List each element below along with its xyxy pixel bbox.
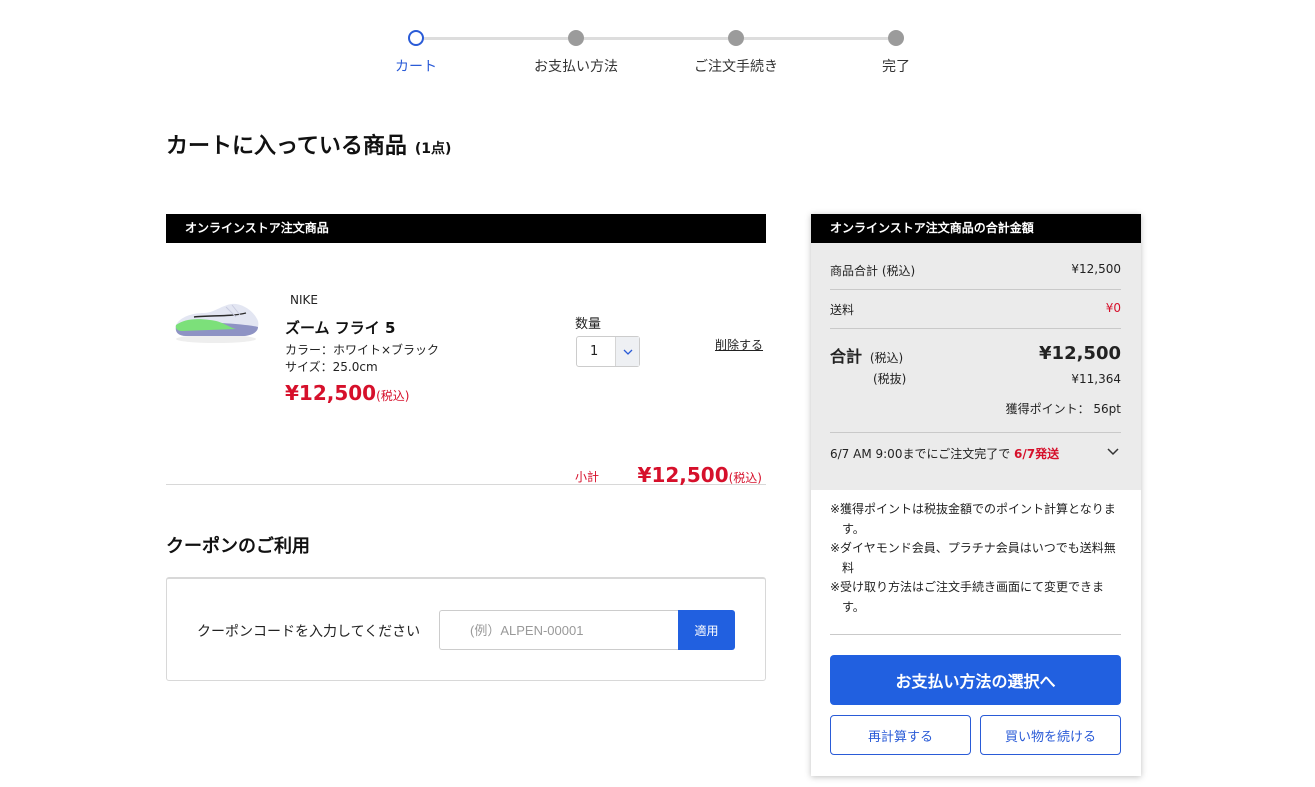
delivery-row[interactable]: 6/7 AM 9:00までにご注文完了で 6/7発送	[830, 445, 1121, 462]
step-pending-icon	[888, 30, 904, 46]
subtotal-tax-note: (税込)	[728, 471, 762, 485]
page-title: カートに入っている商品 (1点)	[166, 128, 451, 160]
note-item: ※獲得ポイントは税抜金額でのポイント計算となります。	[830, 502, 1116, 536]
step-connector	[744, 37, 888, 40]
note-item: ※ダイヤモンド会員、プラチナ会員はいつでも送料無料	[830, 541, 1116, 575]
page-title-text: カートに入っている商品	[166, 134, 407, 159]
quantity-select[interactable]: 1	[576, 336, 640, 367]
proceed-to-payment-button[interactable]: お支払い方法の選択へ	[830, 655, 1121, 705]
step-connector	[584, 37, 728, 40]
coupon-apply-button[interactable]: 適用	[678, 610, 735, 650]
delete-item-link[interactable]: 削除する	[715, 336, 763, 353]
grand-total-value: ¥12,500	[1039, 343, 1121, 364]
tax-ex-label: (税抜)	[873, 372, 907, 386]
quantity-label: 数量	[575, 317, 602, 332]
grand-total-label: 合計	[830, 347, 863, 366]
step-connector	[424, 37, 568, 40]
shipping-value: ¥0	[1105, 301, 1121, 315]
step-pending-icon	[568, 30, 584, 46]
summary-notes: ※獲得ポイントは税抜金額でのポイント計算となります。 ※ダイヤモンド会員、プラチ…	[830, 500, 1125, 617]
shipping-row: 送料 ¥0	[830, 301, 1121, 318]
delivery-text: 6/7 AM 9:00までにご注文完了で	[830, 447, 1011, 461]
coupon-box: クーポンコードを入力してください 適用	[166, 577, 766, 681]
chevron-down-icon[interactable]	[615, 337, 639, 366]
subtotal-value: ¥12,500(税込)	[638, 463, 762, 487]
earned-points: 獲得ポイント： 56pt	[1005, 402, 1121, 416]
divider	[830, 634, 1121, 635]
subtotal-label: 小計	[575, 470, 600, 484]
order-summary: オンラインストア注文商品の合計金額 商品合計 (税込) ¥12,500 送料 ¥…	[811, 214, 1141, 776]
tax-ex-value: ¥11,364	[1071, 372, 1121, 386]
step-label-cart: カート	[395, 59, 437, 75]
divider	[830, 432, 1121, 433]
product-size: サイズ：25.0cm	[285, 360, 378, 374]
items-total-label: 商品合計 (税込)	[830, 264, 916, 278]
divider	[830, 289, 1121, 290]
tax-ex-row: (税抜) ¥11,364	[830, 370, 1121, 387]
recalculate-button[interactable]: 再計算する	[830, 715, 971, 755]
checkout-stepper: カート お支払い方法 ご注文手続き 完了	[0, 28, 1315, 88]
delivery-date: 6/7発送	[1014, 447, 1060, 461]
chevron-down-icon[interactable]	[1107, 445, 1119, 459]
continue-shopping-button[interactable]: 買い物を続ける	[980, 715, 1121, 755]
cart-section-header: オンラインストア注文商品	[166, 214, 766, 243]
divider	[830, 328, 1121, 329]
quantity-value: 1	[590, 344, 599, 359]
items-total-value: ¥12,500	[1071, 262, 1121, 276]
cart-item: NIKE ズーム フライ 5 カラー：ホワイト×ブラック サイズ：25.0cm …	[166, 243, 766, 487]
items-total-row: 商品合計 (税込) ¥12,500	[830, 262, 1121, 279]
product-price: ¥12,500(税込)	[285, 381, 409, 405]
step-label-order: ご注文手続き	[694, 59, 778, 75]
step-label-complete: 完了	[882, 59, 910, 75]
summary-totals: 商品合計 (税込) ¥12,500 送料 ¥0 合計 (税込) ¥12,500 …	[811, 243, 1141, 490]
product-price-value: ¥12,500	[285, 381, 377, 405]
subtotal-amount: ¥12,500	[637, 463, 729, 487]
price-tax-note: (税込)	[376, 389, 410, 403]
points-row: 獲得ポイント： 56pt	[830, 400, 1121, 417]
shipping-label: 送料	[830, 303, 855, 317]
coupon-code-input[interactable]	[439, 610, 679, 650]
cart-section: オンラインストア注文商品 NIKE ズーム フライ 5 カラー：ホワイト×ブラッ…	[166, 214, 766, 487]
product-image[interactable]	[170, 287, 262, 347]
product-name[interactable]: ズーム フライ 5	[285, 317, 395, 338]
summary-header: オンラインストア注文商品の合計金額	[811, 214, 1141, 243]
step-label-payment: お支払い方法	[534, 59, 618, 75]
product-color: カラー：ホワイト×ブラック	[285, 343, 440, 357]
product-brand: NIKE	[290, 293, 318, 307]
step-pending-icon	[728, 30, 744, 46]
item-count: (1点)	[414, 141, 452, 157]
note-item: ※受け取り方法はご注文手続き画面にて変更できます。	[830, 580, 1105, 614]
step-current-icon	[408, 30, 424, 46]
coupon-title: クーポンのご利用	[166, 536, 310, 557]
grand-total-row: 合計 (税込) ¥12,500	[830, 343, 1121, 367]
coupon-prompt: クーポンコードを入力してください	[197, 624, 421, 640]
tax-in-label: (税込)	[869, 351, 904, 365]
